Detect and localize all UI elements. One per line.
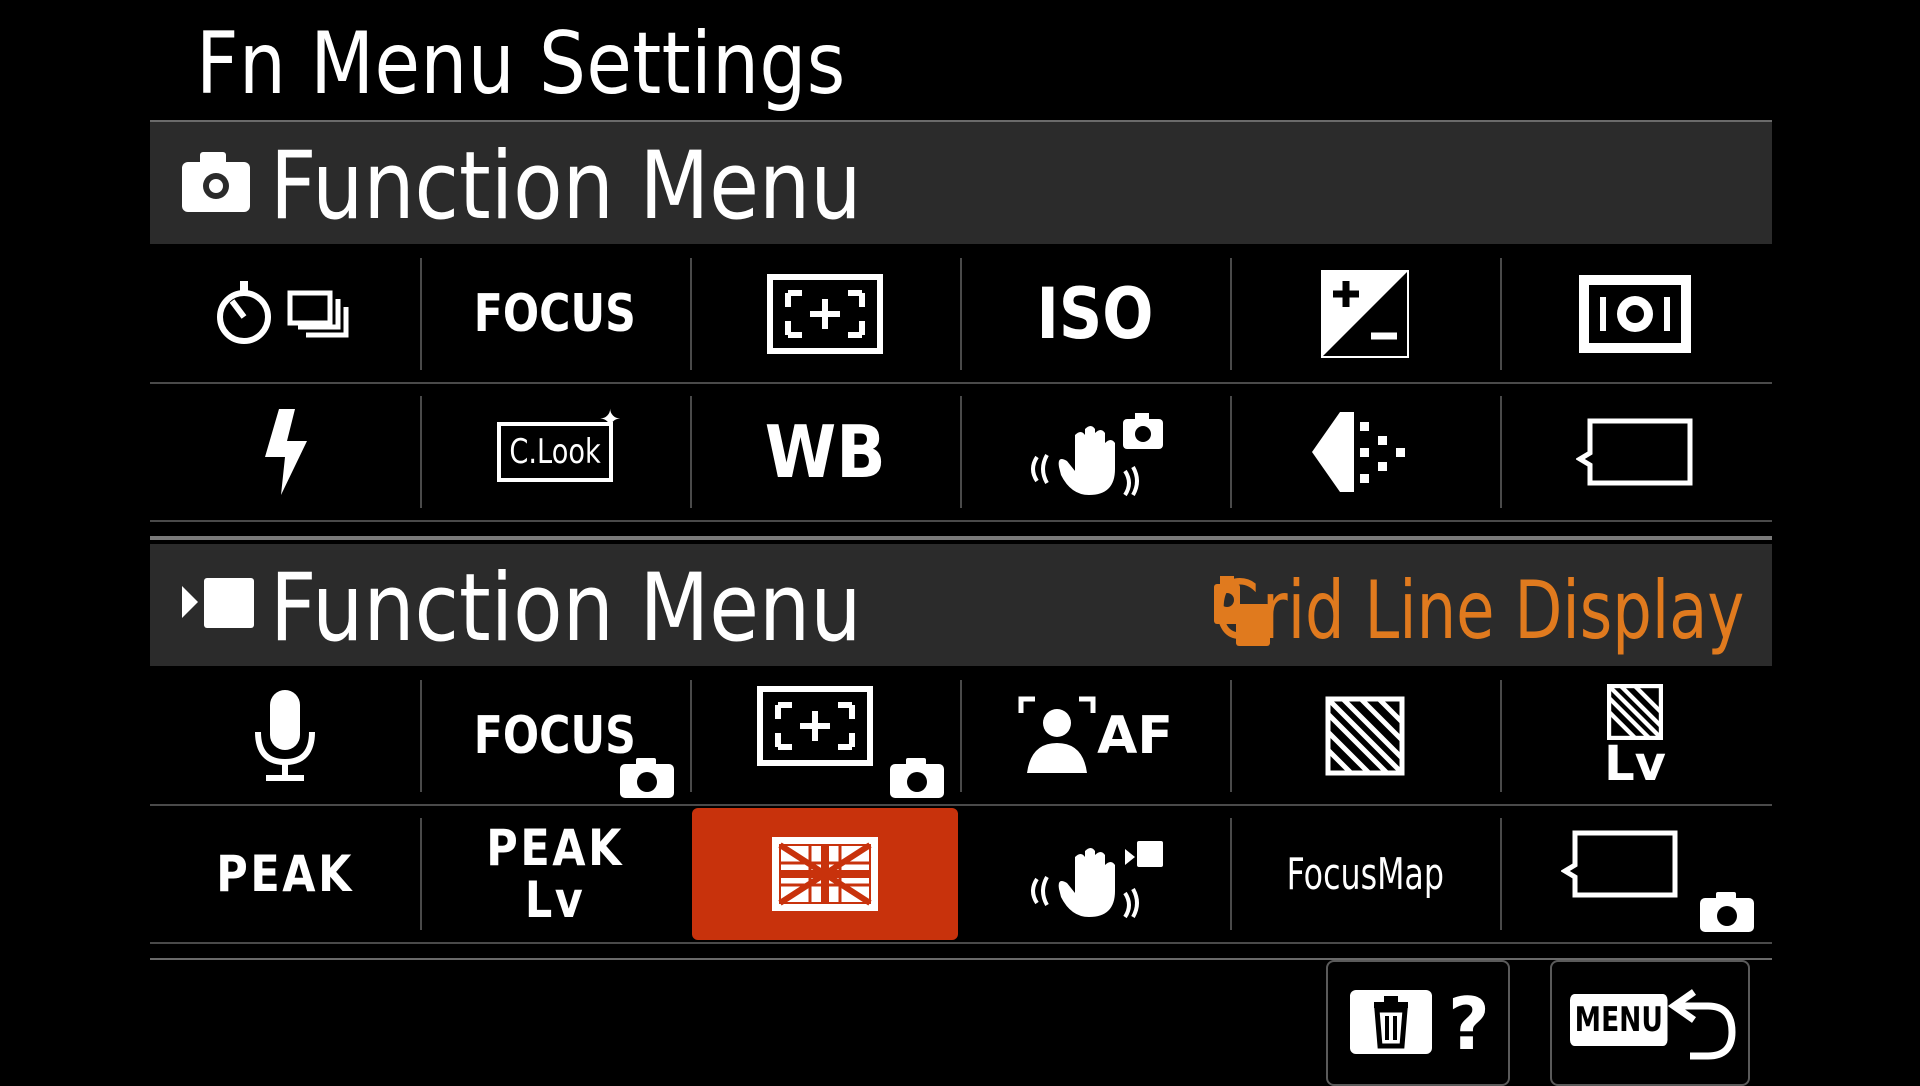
cell-focus-mode-still[interactable]: FOCUS	[420, 668, 690, 804]
creative-look-label: C.Look	[509, 432, 601, 472]
cell-focus-area[interactable]	[690, 246, 960, 382]
cell-zebra-lv[interactable]: Lv	[1500, 668, 1770, 804]
camera-sub-icon	[620, 758, 674, 798]
cell-flash-mode[interactable]	[150, 384, 420, 520]
steadyshot-icon	[1031, 841, 1163, 919]
section-divider	[150, 536, 1772, 540]
help-label: ?	[1448, 982, 1490, 1066]
cell-iso[interactable]: ISO	[960, 246, 1230, 382]
cell-exposure-comp[interactable]	[1230, 246, 1500, 382]
creative-look-icon: C.Look ✦	[497, 404, 621, 482]
exposure-comp-icon	[1321, 270, 1409, 358]
focus-mode-label: FOCUS	[473, 284, 636, 344]
cell-face-eye-af[interactable]: AF	[960, 668, 1230, 804]
camera-sub-icon	[890, 758, 944, 798]
cell-empty-slot[interactable]	[1500, 384, 1770, 520]
cell-focus-mode[interactable]: FOCUS	[420, 246, 690, 382]
grid-line-icon	[772, 837, 878, 911]
peak-lv-line1: PEAK	[486, 819, 624, 877]
cell-peaking-lv[interactable]: PEAK Lv	[420, 806, 690, 942]
photo-row-1: FOCUS ISO	[150, 246, 1772, 384]
cell-steadyshot-movie[interactable]	[960, 806, 1230, 942]
metering-icon	[1579, 275, 1691, 353]
photo-fn-grid: FOCUS ISO C.Look ✦ WB	[150, 246, 1772, 522]
cell-creative-look[interactable]: C.Look ✦	[420, 384, 690, 520]
cell-white-balance[interactable]: WB	[690, 384, 960, 520]
sparkle-icon: ✦	[599, 404, 621, 434]
cell-audio-rec[interactable]	[150, 668, 420, 804]
movie-fn-grid: FOCUS AF Lv PEAK PEAK Lv FocusMap	[150, 668, 1772, 944]
current-item-label: Grid Line Display	[1213, 564, 1744, 657]
face-detect-icon	[1018, 696, 1096, 773]
movie-row-1: FOCUS AF Lv	[150, 668, 1772, 806]
af-label: AF	[1097, 706, 1173, 766]
cell-empty-slot-still[interactable]	[1500, 806, 1770, 942]
movie-icon	[180, 570, 256, 641]
flash-icon	[265, 409, 307, 495]
empty-slot-icon	[1561, 830, 1678, 898]
peak-label: PEAK	[216, 845, 354, 903]
cell-jpeg-quality[interactable]	[1230, 384, 1500, 520]
iso-label: ISO	[1036, 273, 1154, 355]
trash-icon	[1350, 990, 1432, 1054]
cell-focus-area-still[interactable]	[690, 668, 960, 804]
menu-back-button[interactable]: MENU	[1550, 960, 1750, 1086]
quality-icon	[1312, 412, 1405, 492]
back-arrow-icon	[1668, 989, 1736, 1060]
cell-peaking[interactable]: PEAK	[150, 806, 420, 942]
drive-mode-icon	[217, 281, 349, 344]
steadyshot-icon	[1031, 413, 1163, 497]
photo-section-label: Function Menu	[270, 132, 862, 241]
lv-label: Lv	[1604, 736, 1666, 792]
focus-map-label: FocusMap	[1286, 848, 1444, 900]
movie-section-label: Function Menu	[270, 554, 862, 663]
empty-slot-icon	[1576, 418, 1693, 486]
page-title: Fn Menu Settings	[196, 14, 846, 114]
cell-drive-mode[interactable]	[150, 246, 420, 382]
focus-still-label: FOCUS	[473, 706, 636, 766]
zebra-icon	[1607, 684, 1663, 740]
menu-badge: MENU	[1570, 994, 1668, 1046]
focus-area-icon	[767, 274, 883, 354]
cell-metering-mode[interactable]	[1500, 246, 1770, 382]
movie-row-2: PEAK PEAK Lv FocusMap	[150, 806, 1772, 944]
cell-focus-map[interactable]: FocusMap	[1230, 806, 1500, 942]
peak-lv-line2: Lv	[524, 871, 586, 929]
cell-grid-line-selected[interactable]	[692, 808, 958, 940]
camera-sub-icon	[1700, 892, 1754, 932]
photo-row-2: C.Look ✦ WB	[150, 384, 1772, 522]
delete-help-button[interactable]: ?	[1326, 960, 1510, 1086]
zebra-icon	[1325, 696, 1405, 776]
focus-area-icon	[757, 686, 873, 766]
peak-lv-label: PEAK Lv	[486, 822, 624, 926]
microphone-icon	[255, 690, 315, 781]
cell-zebra-display[interactable]	[1230, 668, 1500, 804]
cell-steadyshot-still[interactable]	[960, 384, 1230, 520]
wb-label: WB	[764, 410, 886, 494]
movie-section-header: Function Menu Grid Line Display	[150, 544, 1772, 666]
camera-icon	[180, 148, 252, 219]
footer-divider	[150, 958, 1772, 960]
photo-section-header: Function Menu	[150, 122, 1772, 244]
